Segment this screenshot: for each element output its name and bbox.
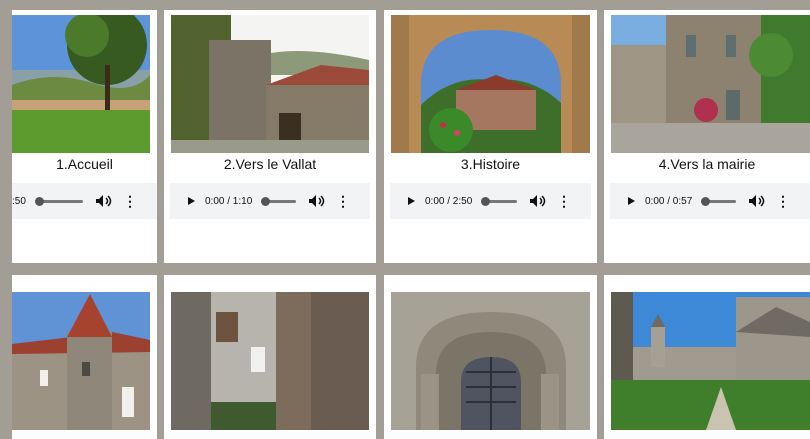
audio-player[interactable]: 0:00 / 0:57 ⋮ <box>610 183 810 219</box>
volume-icon[interactable] <box>748 194 766 208</box>
audio-progress-slider[interactable] <box>34 196 83 206</box>
audio-player[interactable]: 0:00 / 2:50 ⋮ <box>390 183 591 219</box>
track-photo-2 <box>171 15 369 153</box>
track-photo-8 <box>611 292 810 430</box>
track-title: 1.Accueil <box>56 156 113 172</box>
track-title: 2.Vers le Vallat <box>223 156 317 172</box>
audio-progress-slider[interactable] <box>261 196 296 206</box>
audio-player[interactable]: 0:00 / 1:10 ⋮ <box>170 183 370 219</box>
audio-time: 0:00 / 2:50 <box>425 195 473 207</box>
volume-icon[interactable] <box>308 194 326 208</box>
play-icon[interactable] <box>188 197 195 205</box>
more-options-icon[interactable]: ⋮ <box>336 194 350 208</box>
track-card-4: 4.Vers la mairie 0:00 / 0:57 ⋮ <box>604 10 810 263</box>
play-icon[interactable] <box>408 197 415 205</box>
track-card-6 <box>164 275 376 439</box>
track-card-3: 3.Histoire 0:00 / 2:50 ⋮ <box>384 10 597 263</box>
more-options-icon[interactable]: ⋮ <box>123 194 137 208</box>
audio-progress-slider[interactable] <box>701 196 736 206</box>
track-photo-4 <box>611 15 810 153</box>
track-card-5 <box>12 275 157 439</box>
track-photo-6 <box>171 292 369 430</box>
play-icon[interactable] <box>628 197 635 205</box>
track-title: 3.Histoire <box>460 156 521 172</box>
volume-icon[interactable] <box>95 194 113 208</box>
track-card-2: 2.Vers le Vallat 0:00 / 1:10 ⋮ <box>164 10 376 263</box>
audio-time: 0:00 / 0:57 <box>645 195 693 207</box>
volume-icon[interactable] <box>529 194 547 208</box>
audio-progress-slider[interactable] <box>481 196 517 206</box>
track-photo-3 <box>391 15 590 153</box>
audio-player[interactable]: :50 ⋮ <box>12 183 157 219</box>
track-card-1: 1.Accueil :50 ⋮ <box>12 10 157 263</box>
track-card-8 <box>604 275 810 439</box>
audio-time: 0:00 / 1:10 <box>205 195 253 207</box>
more-options-icon[interactable]: ⋮ <box>776 194 790 208</box>
track-card-7 <box>384 275 597 439</box>
more-options-icon[interactable]: ⋮ <box>557 194 571 208</box>
track-photo-5 <box>12 292 150 430</box>
track-photo-1 <box>12 15 150 153</box>
audio-time: :50 <box>12 195 26 207</box>
track-title: 4.Vers la mairie <box>658 156 756 172</box>
track-photo-7 <box>391 292 590 430</box>
